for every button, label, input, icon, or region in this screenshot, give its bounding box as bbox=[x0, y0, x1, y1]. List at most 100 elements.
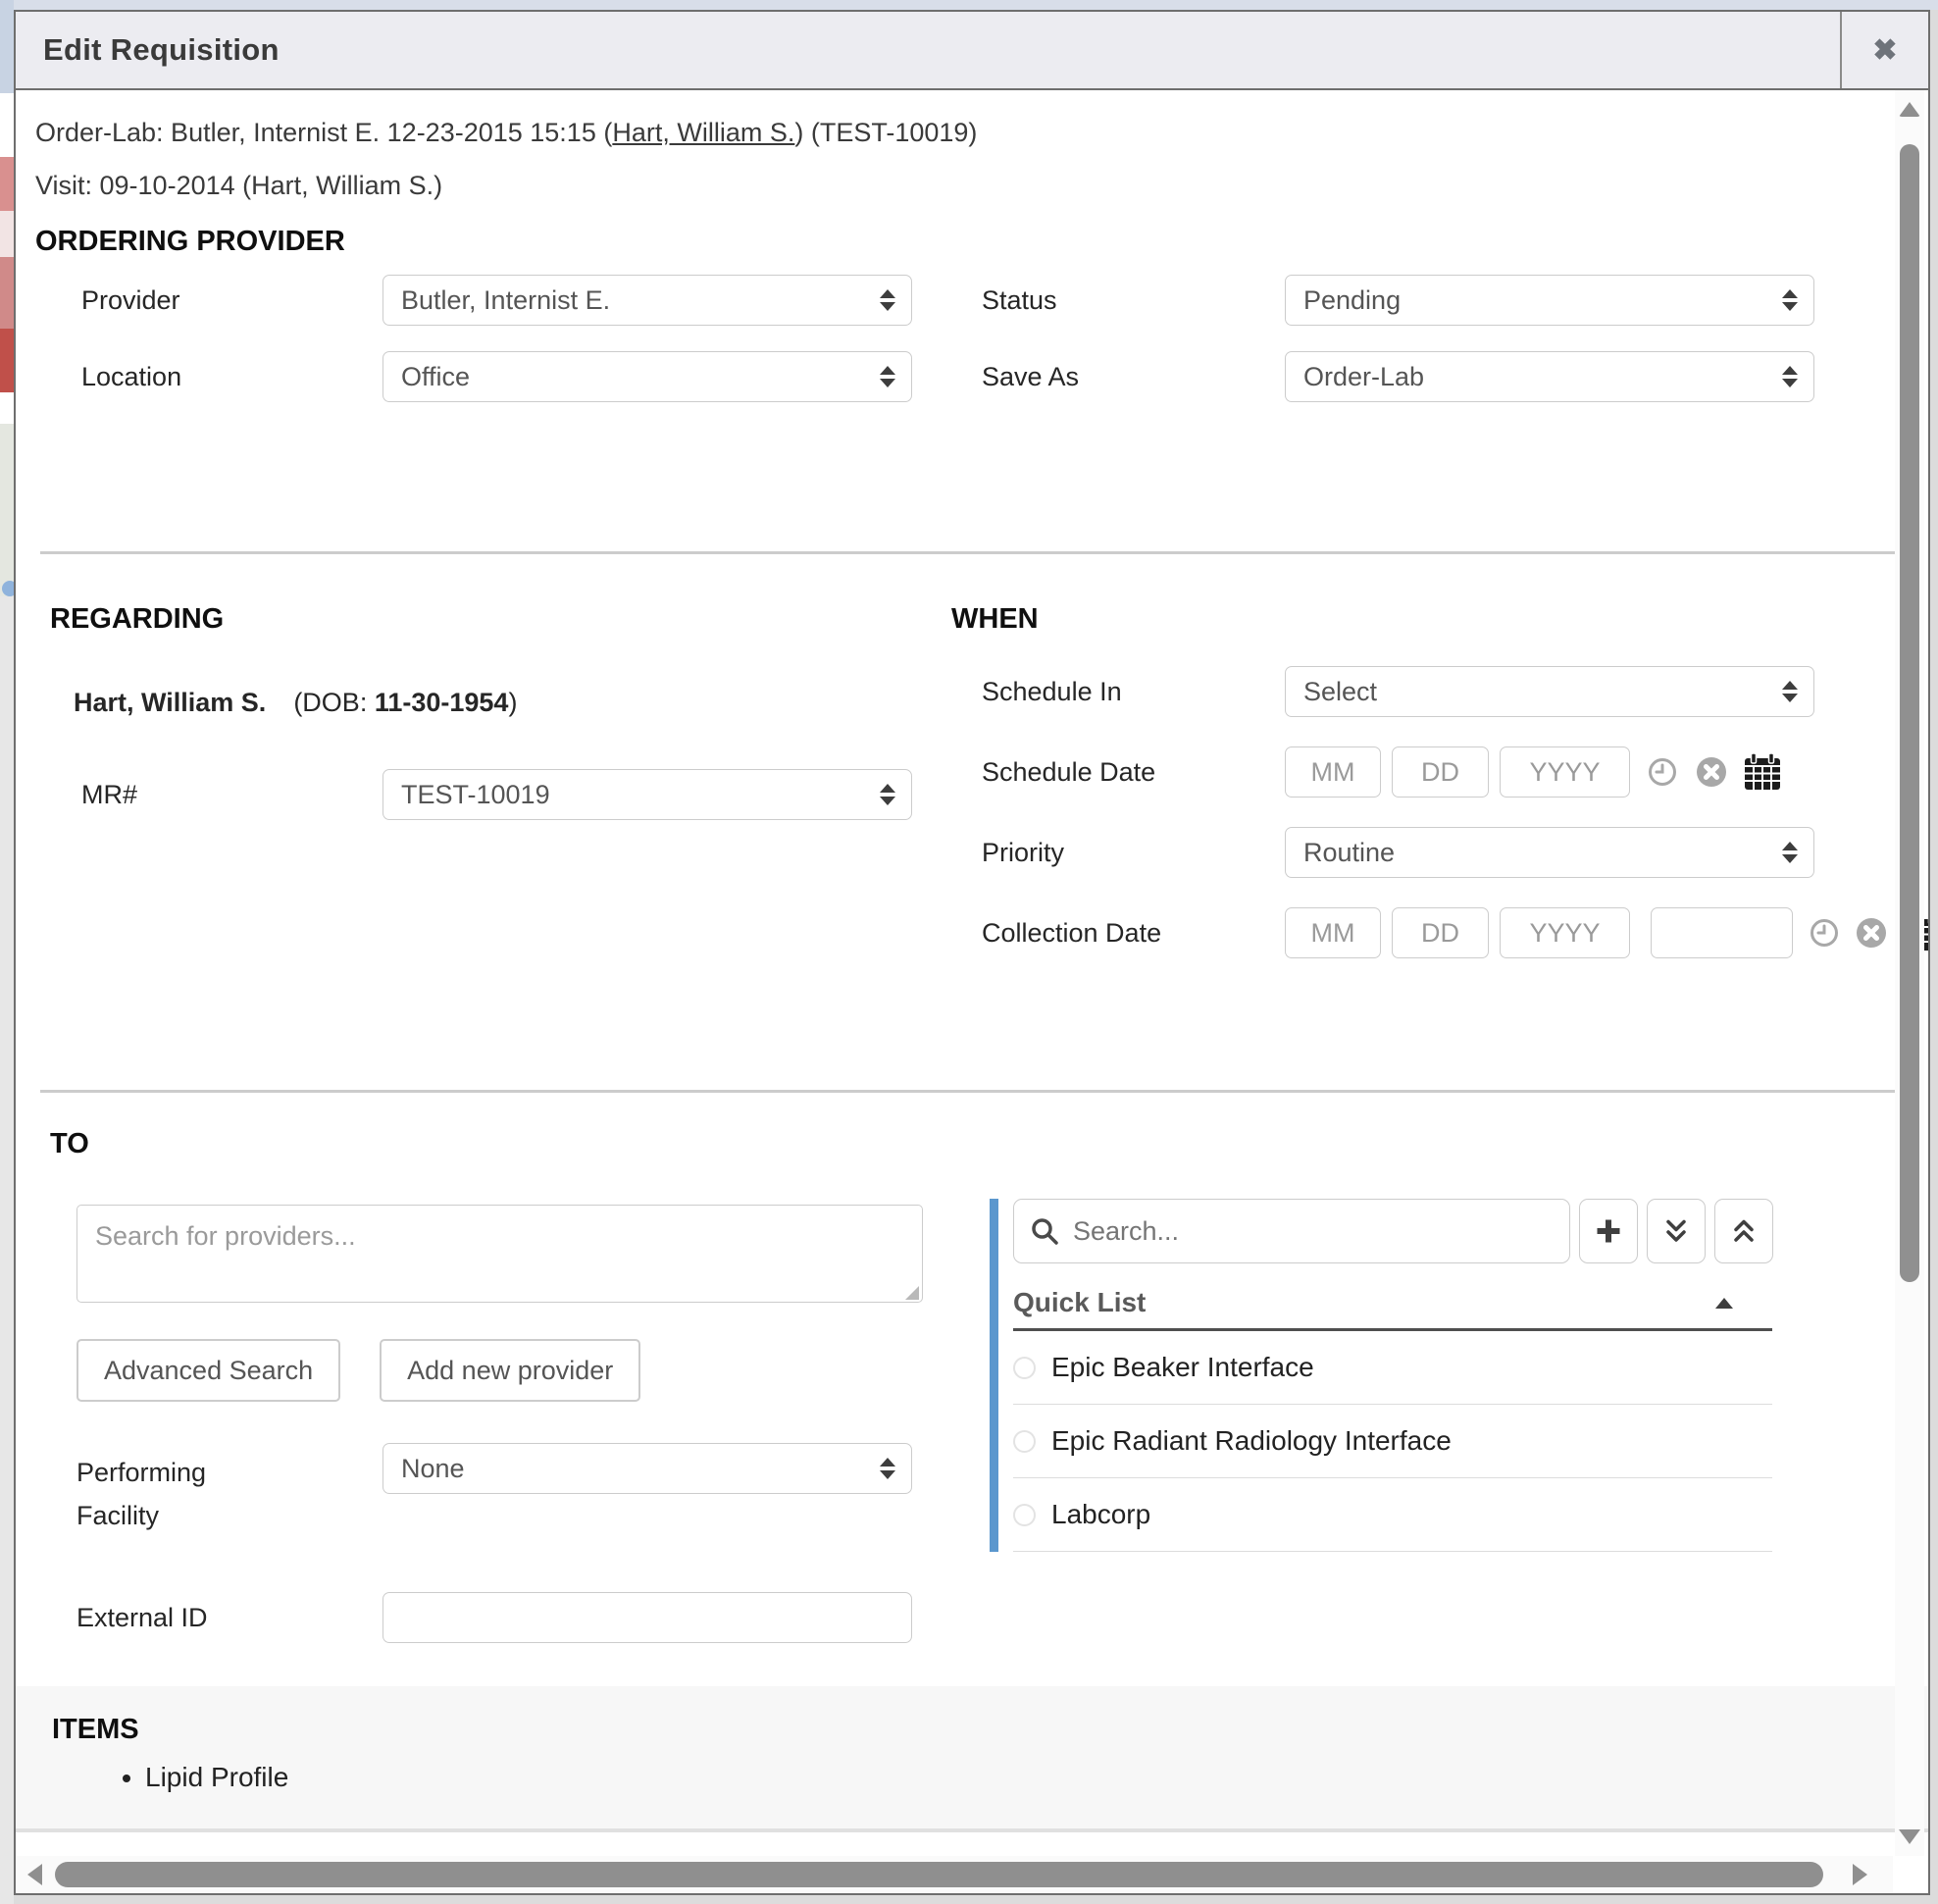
external-id-input[interactable] bbox=[382, 1592, 912, 1643]
vertical-scrollbar-thumb[interactable] bbox=[1900, 144, 1919, 1282]
external-id-row: External ID bbox=[35, 1592, 951, 1643]
quick-list-item-epic-beaker[interactable]: Epic Beaker Interface bbox=[1013, 1331, 1772, 1405]
priority-label: Priority bbox=[951, 838, 1285, 868]
regarding-column: REGARDING Hart, William S.(DOB: 11-30-19… bbox=[35, 601, 951, 820]
location-select[interactable]: Office bbox=[382, 351, 912, 402]
vertical-scrollbar[interactable] bbox=[1895, 90, 1924, 1856]
quick-search-input[interactable] bbox=[1071, 1215, 1554, 1248]
schedule-date-year-input[interactable] bbox=[1500, 746, 1630, 798]
performing-facility-select[interactable]: None bbox=[382, 1443, 912, 1494]
expand-all-button[interactable] bbox=[1714, 1199, 1773, 1263]
schedule-in-select[interactable]: Select bbox=[1285, 666, 1814, 717]
provider-select[interactable]: Butler, Internist E. bbox=[382, 275, 912, 326]
patient-info-line: Hart, William S.(DOB: 11-30-1954) bbox=[74, 688, 951, 718]
schedule-date-day-input[interactable] bbox=[1392, 746, 1489, 798]
advanced-search-button[interactable]: Advanced Search bbox=[76, 1339, 340, 1402]
mr-label: MR# bbox=[35, 780, 382, 810]
quick-list-item-epic-radiant[interactable]: Epic Radiant Radiology Interface bbox=[1013, 1405, 1772, 1478]
order-summary-line: Order-Lab: Butler, Internist E. 12-23-20… bbox=[35, 116, 1928, 149]
scroll-right-arrow-icon[interactable] bbox=[1853, 1864, 1867, 1885]
add-new-provider-button[interactable]: Add new provider bbox=[380, 1339, 640, 1402]
schedule-date-row: Schedule Date bbox=[951, 746, 1928, 798]
patient-name: Hart, William S. bbox=[74, 688, 266, 717]
collection-date-month-input[interactable] bbox=[1285, 907, 1381, 958]
dialog-title: Edit Requisition bbox=[16, 12, 280, 88]
schedule-date-month-input[interactable] bbox=[1285, 746, 1381, 798]
add-button[interactable] bbox=[1579, 1199, 1638, 1263]
list-item: Lipid Profile bbox=[145, 1761, 1928, 1794]
collection-date-clear-icon[interactable] bbox=[1857, 918, 1886, 948]
select-arrows-icon bbox=[1782, 681, 1798, 702]
save-as-select[interactable]: Order-Lab bbox=[1285, 351, 1814, 402]
radio-unchecked-icon[interactable] bbox=[1013, 1430, 1036, 1453]
section-divider bbox=[40, 551, 1896, 554]
quick-list-item-labcorp[interactable]: Labcorp bbox=[1013, 1478, 1772, 1552]
radio-unchecked-icon[interactable] bbox=[1013, 1357, 1036, 1379]
schedule-in-label: Schedule In bbox=[951, 677, 1285, 707]
collection-date-row: Collection Date bbox=[951, 907, 1928, 958]
location-label: Location bbox=[35, 362, 382, 392]
regarding-when-section: REGARDING Hart, William S.(DOB: 11-30-19… bbox=[35, 601, 1928, 988]
schedule-in-row: Schedule In Select bbox=[951, 666, 1928, 717]
dialog-body: Order-Lab: Butler, Internist E. 12-23-20… bbox=[16, 90, 1928, 1893]
performing-facility-row: Performing Facility None bbox=[35, 1443, 951, 1537]
select-arrows-icon bbox=[1782, 289, 1798, 311]
to-heading: TO bbox=[50, 1126, 951, 1161]
items-heading: ITEMS bbox=[52, 1712, 1928, 1747]
schedule-date-calendar-icon[interactable] bbox=[1744, 752, 1781, 792]
collection-time-input[interactable] bbox=[1651, 907, 1793, 958]
scrollbar-corner bbox=[1893, 1856, 1928, 1893]
horizontal-scrollbar[interactable] bbox=[16, 1856, 1893, 1893]
priority-row: Priority Routine bbox=[951, 827, 1928, 878]
mr-select[interactable]: TEST-10019 bbox=[382, 769, 912, 820]
schedule-time-clock-icon[interactable] bbox=[1648, 757, 1677, 787]
quick-list-header[interactable]: Quick List bbox=[1013, 1287, 1772, 1331]
performing-facility-label: Performing Facility bbox=[35, 1443, 382, 1537]
search-icon bbox=[1030, 1216, 1059, 1246]
scroll-up-arrow-icon[interactable] bbox=[1899, 102, 1920, 117]
quick-list-panel: Quick List Epic Beaker Interface Epic Ra… bbox=[990, 1199, 1772, 1552]
provider-label: Provider bbox=[35, 285, 382, 316]
dialog-header: Edit Requisition ✖ bbox=[16, 12, 1928, 90]
quick-list-column: Quick List Epic Beaker Interface Epic Ra… bbox=[951, 1126, 1928, 1552]
resize-grip-icon[interactable] bbox=[905, 1286, 919, 1300]
page-background-top bbox=[0, 0, 1938, 10]
radio-unchecked-icon[interactable] bbox=[1013, 1504, 1036, 1526]
collapse-all-button[interactable] bbox=[1647, 1199, 1706, 1263]
regarding-heading: REGARDING bbox=[50, 601, 951, 637]
ordering-provider-form: Provider Butler, Internist E. Status Pen… bbox=[35, 275, 1928, 402]
status-select[interactable]: Pending bbox=[1285, 275, 1814, 326]
patient-dob: 11-30-1954 bbox=[375, 688, 509, 717]
to-column: TO Advanced Search Add new provider Perf… bbox=[35, 1126, 951, 1643]
chevron-double-up-icon bbox=[1729, 1216, 1759, 1246]
edit-requisition-dialog: Edit Requisition ✖ Order-Lab: Butler, In… bbox=[14, 10, 1930, 1895]
when-column: WHEN Schedule In Select Schedule Date bbox=[951, 601, 1928, 988]
select-arrows-icon bbox=[880, 1458, 895, 1479]
page-background-left bbox=[0, 0, 14, 1904]
save-as-label: Save As bbox=[982, 362, 1285, 392]
plus-icon bbox=[1594, 1216, 1623, 1246]
close-icon: ✖ bbox=[1872, 33, 1897, 68]
close-button[interactable]: ✖ bbox=[1840, 12, 1928, 88]
quick-list-title: Quick List bbox=[1013, 1287, 1146, 1318]
collection-date-year-input[interactable] bbox=[1500, 907, 1630, 958]
schedule-date-clear-icon[interactable] bbox=[1697, 757, 1726, 787]
scroll-down-arrow-icon[interactable] bbox=[1899, 1829, 1920, 1844]
collection-date-day-input[interactable] bbox=[1392, 907, 1489, 958]
select-arrows-icon bbox=[880, 289, 895, 311]
collection-time-clock-icon[interactable] bbox=[1810, 918, 1839, 948]
collection-date-label: Collection Date bbox=[951, 918, 1285, 949]
status-label: Status bbox=[982, 285, 1285, 316]
collapse-triangle-icon bbox=[1715, 1298, 1733, 1309]
select-arrows-icon bbox=[880, 366, 895, 387]
patient-link[interactable]: Hart, William S. bbox=[612, 118, 794, 147]
to-section: TO Advanced Search Add new provider Perf… bbox=[35, 1126, 1928, 1643]
priority-select[interactable]: Routine bbox=[1285, 827, 1814, 878]
ordering-provider-heading: ORDERING PROVIDER bbox=[35, 224, 1928, 259]
horizontal-scrollbar-thumb[interactable] bbox=[55, 1862, 1823, 1887]
scroll-left-arrow-icon[interactable] bbox=[27, 1864, 42, 1885]
chevron-double-down-icon bbox=[1661, 1216, 1691, 1246]
provider-search-textarea[interactable] bbox=[76, 1205, 923, 1303]
select-arrows-icon bbox=[1782, 842, 1798, 863]
external-id-label: External ID bbox=[35, 1603, 382, 1633]
